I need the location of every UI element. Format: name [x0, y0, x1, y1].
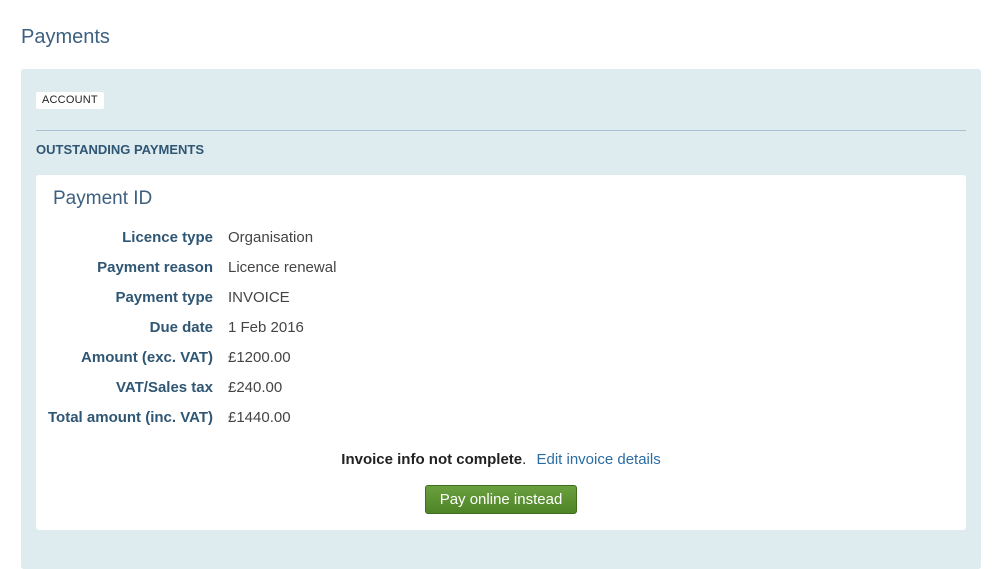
section-title: OUTSTANDING PAYMENTS	[36, 142, 205, 157]
account-tag: ACCOUNT	[36, 92, 104, 109]
detail-label: Total amount (inc. VAT)	[48, 408, 213, 426]
detail-label: Due date	[149, 318, 213, 336]
detail-label: Payment type	[115, 288, 213, 306]
detail-row-payment-type: Payment type INVOICE	[36, 282, 636, 312]
payment-details-table: Licence type Organisation Payment reason…	[36, 222, 636, 432]
detail-label: VAT/Sales tax	[116, 378, 213, 396]
detail-value: £1440.00	[228, 408, 291, 426]
detail-value: 1 Feb 2016	[228, 318, 304, 336]
divider	[36, 130, 966, 131]
payment-card-title: Payment ID	[53, 188, 153, 209]
detail-value: £1200.00	[228, 348, 291, 366]
invoice-status-line: Invoice info not complete. Edit invoice …	[36, 451, 966, 468]
detail-row-amount-exc-vat: Amount (exc. VAT) £1200.00	[36, 342, 636, 372]
detail-value: £240.00	[228, 378, 283, 396]
detail-label: Payment reason	[97, 258, 213, 276]
detail-label: Licence type	[122, 228, 213, 246]
detail-value: INVOICE	[228, 288, 290, 306]
page-title: Payments	[21, 26, 110, 48]
payment-card: Payment ID Licence type Organisation Pay…	[36, 175, 966, 530]
detail-row-due-date: Due date 1 Feb 2016	[36, 312, 636, 342]
detail-row-vat: VAT/Sales tax £240.00	[36, 372, 636, 402]
account-panel: ACCOUNT OUTSTANDING PAYMENTS Payment ID …	[21, 69, 981, 569]
detail-value: Licence renewal	[228, 258, 337, 276]
detail-row-licence-type: Licence type Organisation	[36, 222, 636, 252]
edit-invoice-details-link[interactable]: Edit invoice details	[536, 451, 660, 468]
pay-online-button[interactable]: Pay online instead	[425, 485, 577, 514]
detail-value: Organisation	[228, 228, 314, 246]
invoice-warning-suffix: .	[522, 451, 527, 468]
detail-label: Amount (exc. VAT)	[81, 348, 213, 366]
invoice-warning: Invoice info not complete	[341, 451, 523, 468]
detail-row-payment-reason: Payment reason Licence renewal	[36, 252, 636, 282]
detail-row-total-amount: Total amount (inc. VAT) £1440.00	[36, 402, 636, 432]
